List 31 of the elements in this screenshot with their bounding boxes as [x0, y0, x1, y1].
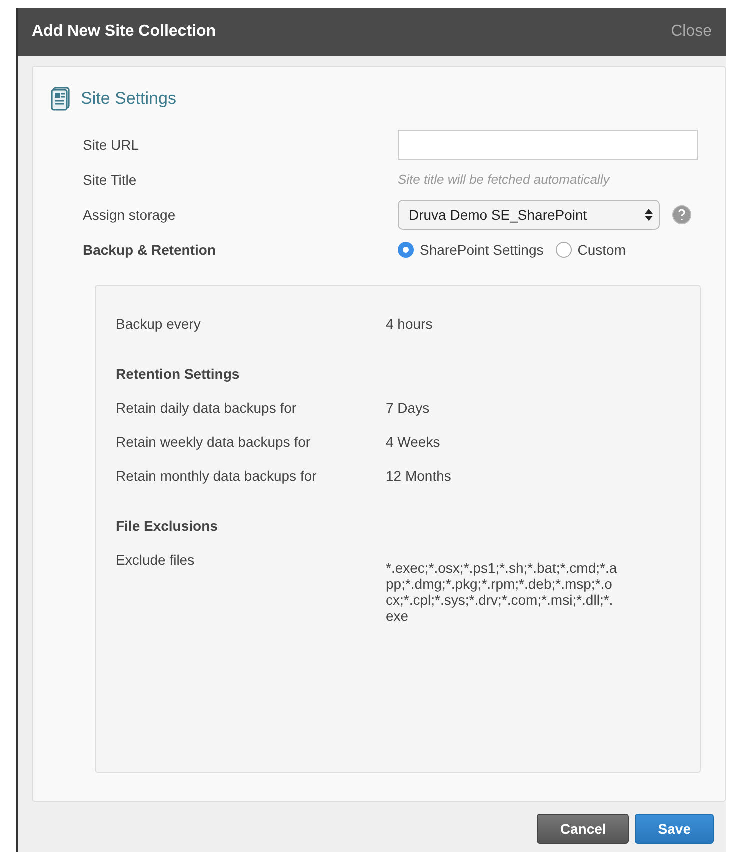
cancel-button[interactable]: Cancel	[537, 814, 630, 844]
radio-button[interactable]	[398, 242, 414, 258]
radio-button[interactable]	[556, 242, 572, 258]
setting-value: 4 Weeks	[386, 434, 442, 450]
field-label: Site Title	[83, 172, 138, 188]
setting-value: 4 hours	[386, 316, 434, 332]
field-label: Assign storage	[83, 206, 177, 222]
setting-label: Retain daily data backups for	[116, 400, 298, 416]
radio-label: SharePoint Settings	[420, 242, 544, 258]
hint-text: Site title will be fetched automatically	[398, 172, 612, 187]
updown-icon	[645, 208, 653, 220]
setting-label: Backup every	[116, 316, 202, 332]
field-label: Site URL	[83, 136, 140, 152]
dialog-title: Add New Site Collection	[32, 23, 216, 41]
group-heading: Retention Settings	[116, 366, 241, 382]
help-icon[interactable]	[672, 204, 692, 224]
group-heading: File Exclusions	[116, 518, 219, 534]
setting-label: Retain weekly data backups for	[116, 434, 312, 450]
save-button[interactable]: Save	[635, 814, 714, 844]
setting-label: Exclude files	[116, 552, 196, 568]
section-title: Site Settings	[81, 89, 176, 109]
storage-select[interactable]: Druva Demo SE_SharePoint	[398, 200, 660, 230]
setting-label: Retain monthly data backups for	[116, 468, 318, 484]
setting-value: *.exec;*.osx;*.ps1;*.sh;*.bat;*.cmd;*.app;*.dmg;*.pkg;*.rpm;*.deb;*.msp;*.ocx;*.cpl;*.sys;*.drv;*.com;*.msi;*.dll;*.exe	[386, 560, 618, 624]
close-link[interactable]: Close	[671, 23, 712, 41]
radio-label: Custom	[578, 242, 626, 258]
site-url-field[interactable]	[398, 130, 698, 160]
setting-value: 7 Days	[386, 400, 431, 416]
section-label: Backup & Retention	[83, 242, 218, 258]
setting-value: 12 Months	[386, 468, 452, 484]
document-icon	[51, 87, 71, 111]
